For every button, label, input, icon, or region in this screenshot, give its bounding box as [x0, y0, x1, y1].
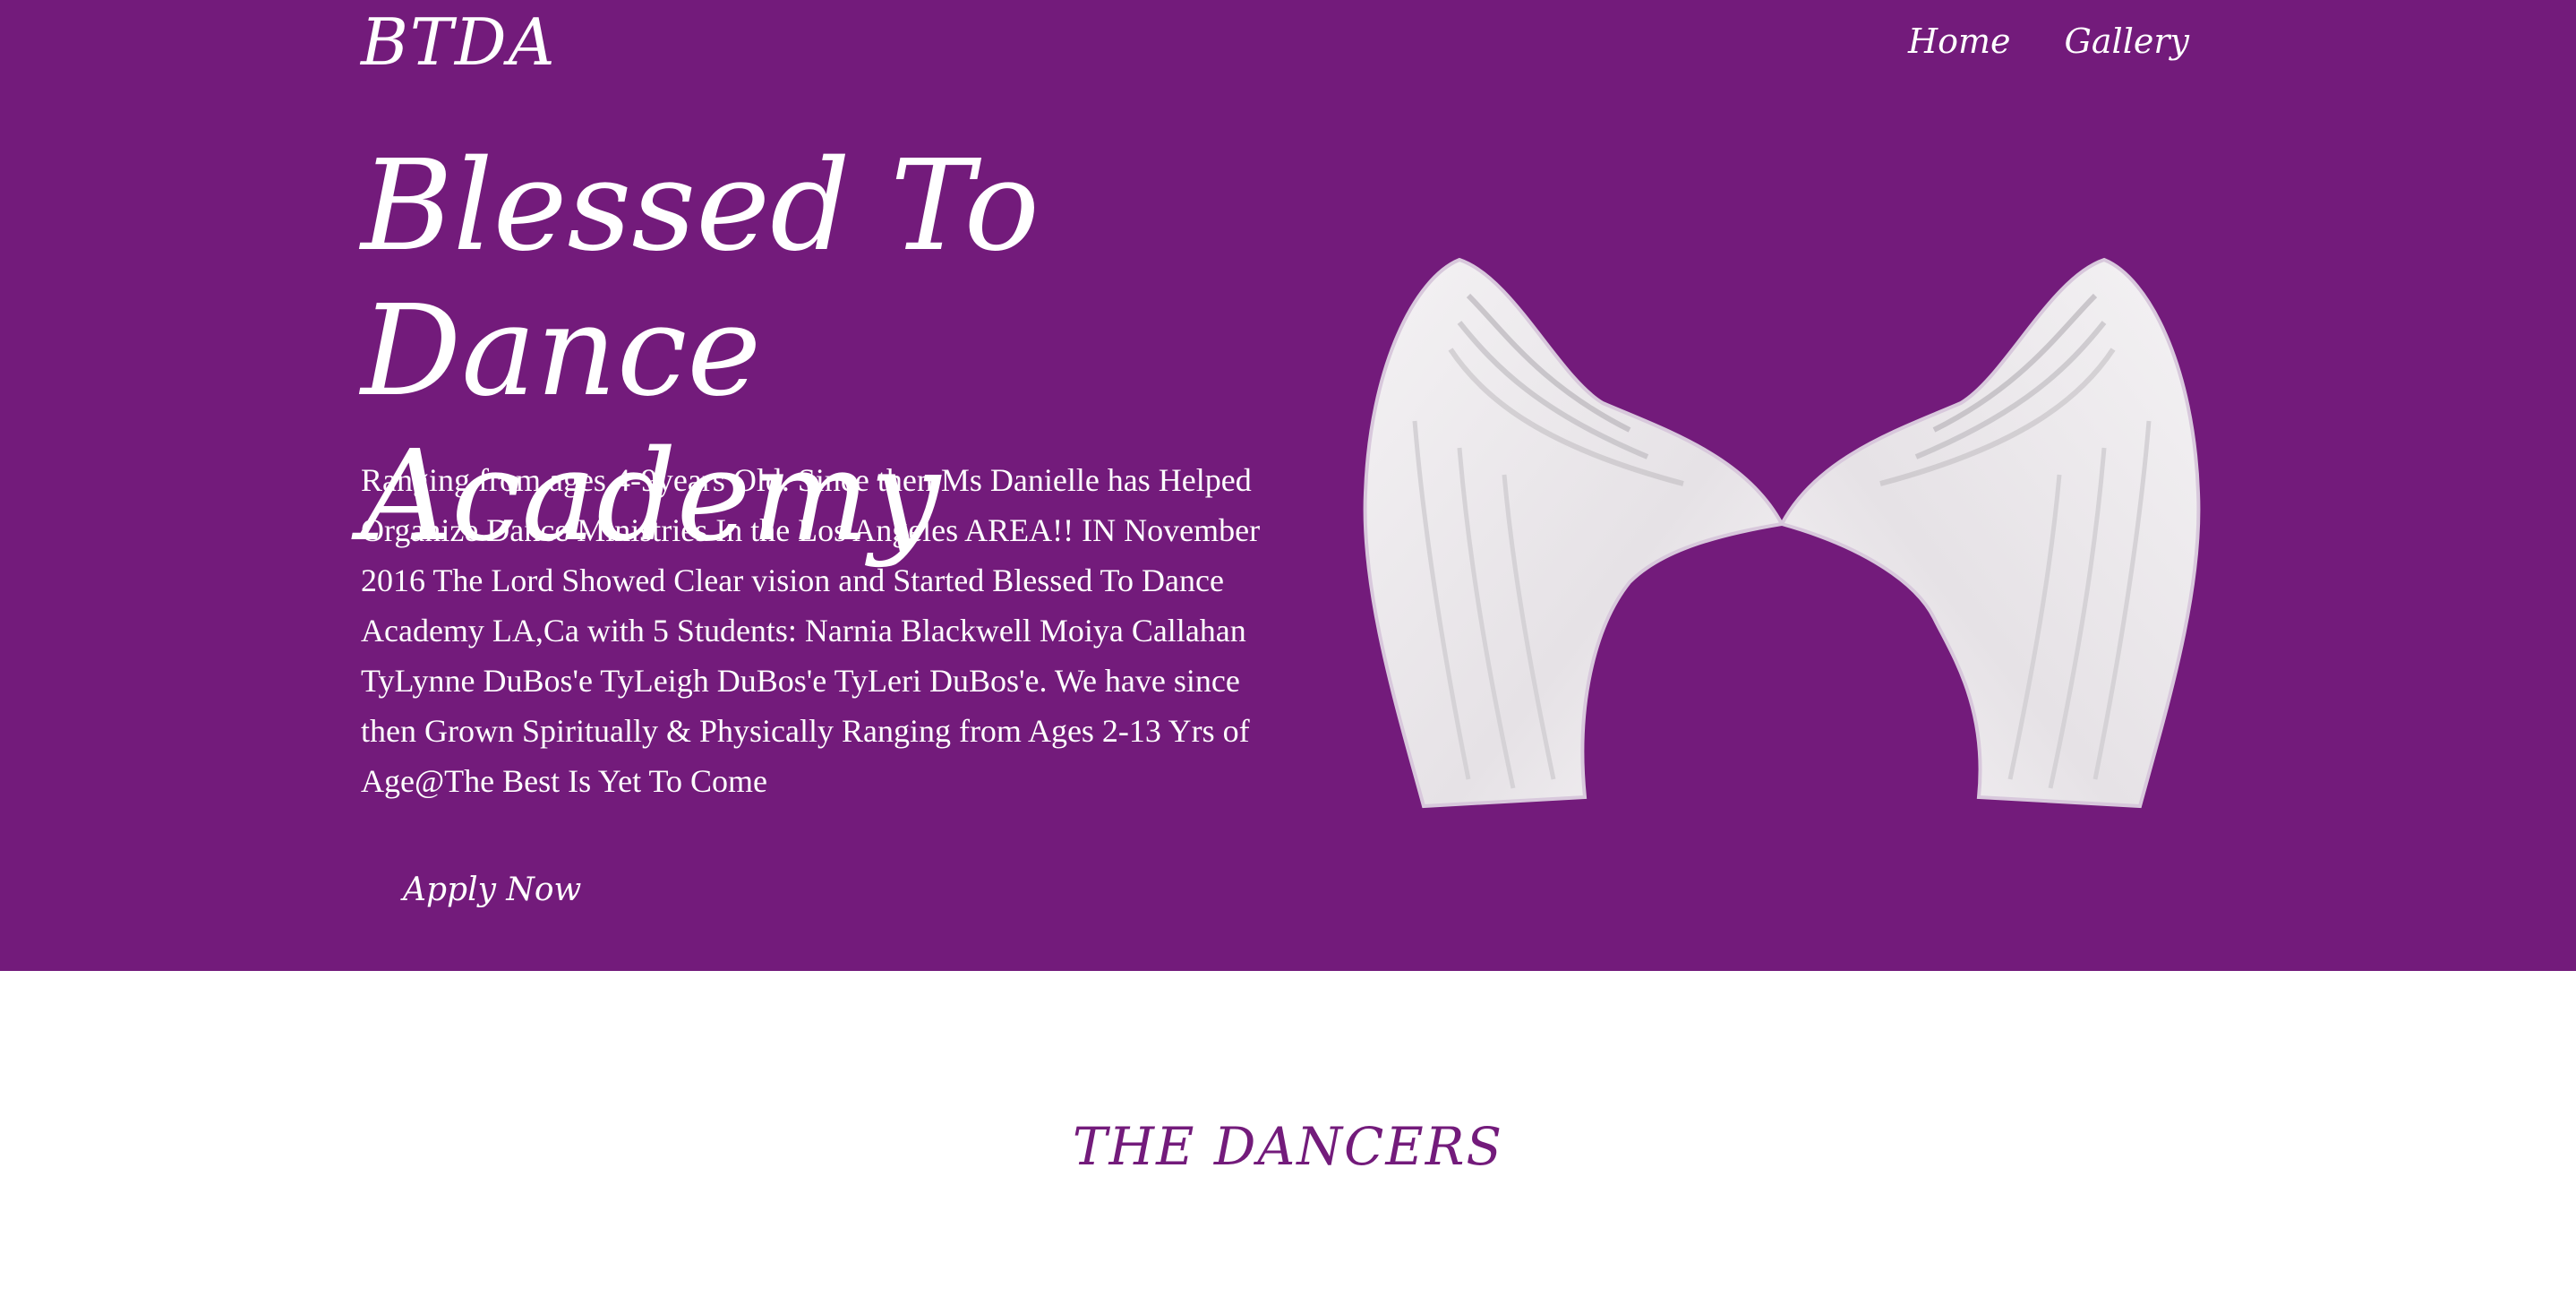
brand-logo[interactable]: BTDA — [361, 2, 557, 82]
nav-link-gallery[interactable]: Gallery — [2065, 18, 2189, 64]
hero-description: Ranging from ages 4-9years Old. Since th… — [361, 462, 1261, 799]
left-wing — [1363, 257, 1785, 809]
main-nav: Home Gallery — [1908, 18, 2189, 64]
section-heading-dancers: THE DANCERS — [1072, 1116, 1504, 1177]
hero-section: BTDA Home Gallery Blessed To Dance Acade… — [0, 0, 2576, 971]
apply-now-button[interactable]: Apply Now — [385, 856, 599, 924]
nav-link-home[interactable]: Home — [1908, 18, 2011, 64]
right-wing — [1779, 257, 2201, 809]
angel-wings-image — [1363, 257, 2201, 809]
